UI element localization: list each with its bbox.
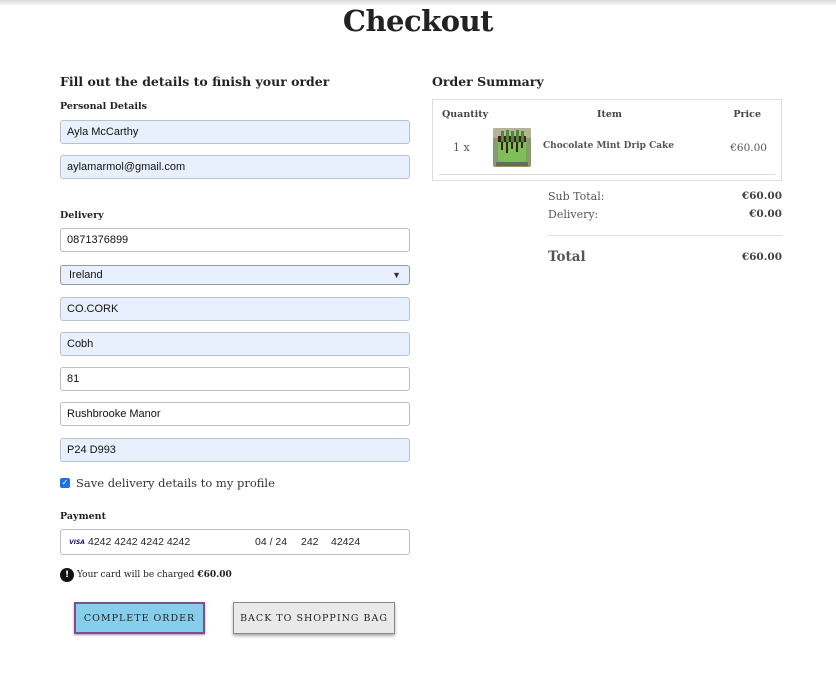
complete-order-button[interactable]: COMPLETE ORDER <box>74 602 205 634</box>
chevron-down-icon: ▼ <box>392 270 401 280</box>
save-info-checkbox-row[interactable]: ✓ Save delivery details to my profile <box>60 476 275 490</box>
phone-input[interactable]: 0871376899 <box>60 228 410 252</box>
save-info-label: Save delivery details to my profile <box>76 476 275 490</box>
item-thumbnail-image[interactable] <box>493 128 531 167</box>
town-input[interactable]: Cobh <box>60 332 410 356</box>
street-address1-input[interactable]: 81 <box>60 367 410 391</box>
county-input[interactable]: CO.CORK <box>60 297 410 321</box>
order-items-table: Quantity Item Price 1 x Chocolate Mint D… <box>432 99 782 181</box>
delivery-label: Delivery <box>60 210 104 221</box>
totals-divider <box>548 235 782 236</box>
column-header-item: Item <box>597 109 622 120</box>
page-title: Checkout <box>342 4 494 38</box>
full-name-input[interactable]: Ayla McCarthy <box>60 120 410 144</box>
table-divider <box>439 174 775 175</box>
delivery-cost-value: €0.00 <box>749 208 782 220</box>
card-zip-input[interactable]: 42424 <box>331 536 360 548</box>
subtotal-label: Sub Total: <box>548 190 605 203</box>
card-cvc-input[interactable]: 242 <box>301 536 331 548</box>
column-header-price: Price <box>733 109 761 120</box>
card-expiry-input[interactable]: 04 / 24 <box>255 536 301 548</box>
payment-label: Payment <box>60 511 106 522</box>
country-select[interactable]: Ireland ▼ <box>60 265 410 285</box>
card-element[interactable]: VISA 4242 4242 4242 4242 04 / 24 242 424… <box>60 529 410 555</box>
street-address2-input[interactable]: Rushbrooke Manor <box>60 402 410 426</box>
country-value: Ireland <box>69 269 103 281</box>
form-heading: Fill out the details to finish your orde… <box>60 74 330 89</box>
charge-amount: €60.00 <box>197 570 232 580</box>
delivery-cost-label: Delivery: <box>548 208 599 221</box>
back-to-bag-button[interactable]: BACK TO SHOPPING BAG <box>233 602 395 634</box>
postcode-input[interactable]: P24 D993 <box>60 438 410 462</box>
total-label: Total <box>548 249 586 265</box>
visa-card-icon: VISA <box>69 538 85 546</box>
exclamation-circle-icon: ! <box>60 568 74 582</box>
item-price: €60.00 <box>730 142 767 154</box>
item-quantity: 1 x <box>453 141 470 154</box>
item-name: Chocolate Mint Drip Cake <box>543 141 675 151</box>
card-number-input[interactable]: 4242 4242 4242 4242 <box>88 536 255 548</box>
save-info-checkbox[interactable]: ✓ <box>60 478 70 488</box>
total-value: €60.00 <box>741 251 782 263</box>
order-summary-heading: Order Summary <box>432 74 544 89</box>
personal-details-label: Personal Details <box>60 101 147 112</box>
charge-note: ! Your card will be charged €60.00 <box>60 568 232 582</box>
email-input[interactable]: aylamarmol@gmail.com <box>60 155 410 179</box>
column-header-quantity: Quantity <box>442 109 489 120</box>
subtotal-value: €60.00 <box>741 190 782 202</box>
charge-note-text: Your card will be charged <box>77 570 195 580</box>
